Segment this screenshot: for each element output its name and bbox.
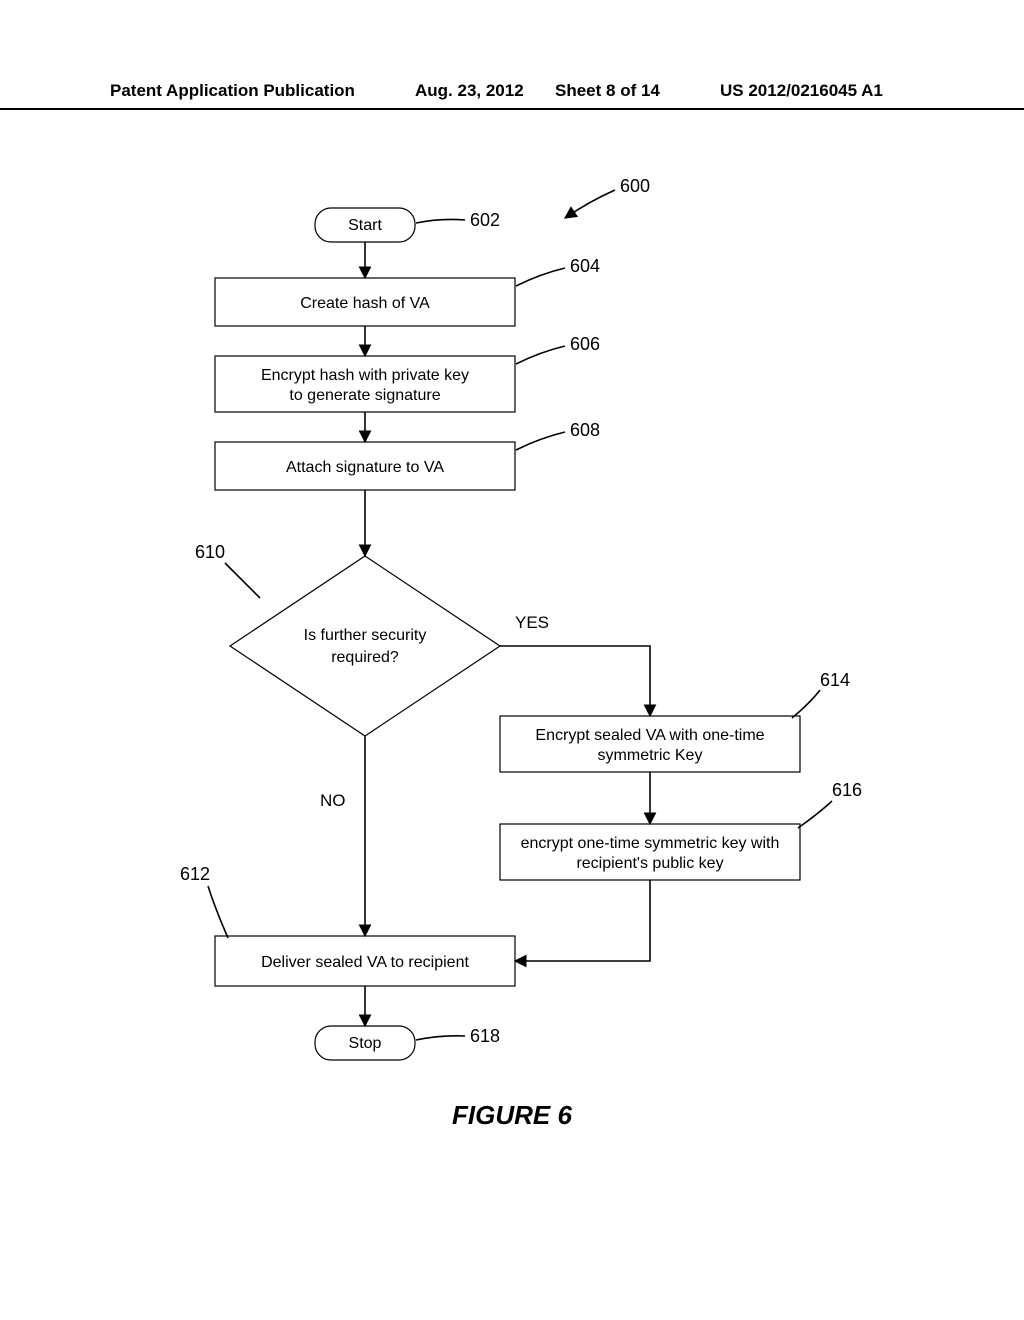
node-610-text-a: Is further security — [304, 627, 427, 644]
ref-604-text: 604 — [570, 256, 600, 276]
node-604-text: Create hash of VA — [300, 295, 430, 312]
header-sheet: Sheet 8 of 14 — [555, 81, 660, 101]
ref-618-text: 618 — [470, 1026, 500, 1046]
node-start-text: Start — [348, 217, 382, 234]
node-stop: Stop 618 — [315, 1026, 500, 1060]
node-608: Attach signature to VA 608 — [215, 420, 600, 490]
ref-616-text: 616 — [832, 780, 862, 800]
node-612-text: Deliver sealed VA to recipient — [261, 954, 469, 971]
node-start: Start 602 — [315, 208, 500, 242]
node-608-text: Attach signature to VA — [286, 459, 444, 476]
header-pubno: US 2012/0216045 A1 — [720, 81, 883, 101]
node-610: Is further security required? 610 — [195, 542, 500, 736]
node-604: Create hash of VA 604 — [215, 256, 600, 326]
header-pub: Patent Application Publication — [110, 81, 355, 101]
node-606: Encrypt hash with private key to generat… — [215, 334, 600, 412]
ref-600-text: 600 — [620, 176, 650, 196]
edge-610-612-no: NO — [320, 736, 365, 936]
label-no: NO — [320, 791, 346, 810]
label-yes: YES — [515, 613, 549, 632]
figure-caption: FIGURE 6 — [0, 1100, 1024, 1131]
node-614-text-b: symmetric Key — [598, 747, 703, 764]
flowchart-figure-6: 600 Start 602 Create hash of VA 604 Encr… — [120, 178, 900, 1118]
ref-602-text: 602 — [470, 210, 500, 230]
node-614-text-a: Encrypt sealed VA with one-time — [535, 727, 764, 744]
ref-606-text: 606 — [570, 334, 600, 354]
ref-600: 600 — [565, 176, 650, 218]
node-606-text-b: to generate signature — [289, 387, 440, 404]
ref-608-text: 608 — [570, 420, 600, 440]
node-616-text-a: encrypt one-time symmetric key with — [521, 835, 780, 852]
node-614: Encrypt sealed VA with one-time symmetri… — [500, 670, 850, 772]
ref-610-text: 610 — [195, 542, 225, 562]
edge-610-614-yes: YES — [500, 613, 650, 716]
node-stop-text: Stop — [349, 1035, 382, 1052]
node-616-text-b: recipient's public key — [576, 855, 723, 872]
header-date: Aug. 23, 2012 — [415, 81, 524, 101]
page-header: Patent Application Publication Aug. 23, … — [0, 78, 1024, 110]
node-610-text-b: required? — [331, 649, 399, 666]
node-612: Deliver sealed VA to recipient 612 — [180, 864, 515, 986]
node-616: encrypt one-time symmetric key with reci… — [500, 780, 862, 880]
edge-616-612 — [515, 880, 650, 961]
node-606-text-a: Encrypt hash with private key — [261, 367, 469, 384]
ref-614-text: 614 — [820, 670, 850, 690]
ref-612-text: 612 — [180, 864, 210, 884]
